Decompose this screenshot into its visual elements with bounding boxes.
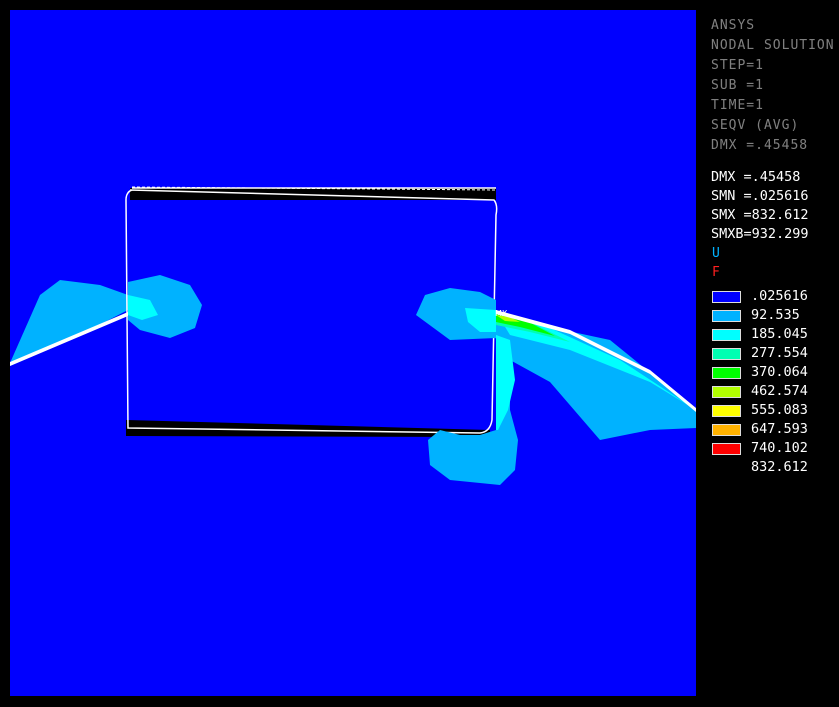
result-smxb: SMXB=932.299 [711,226,809,242]
right-contour-low [416,288,696,485]
legend-swatch [712,329,741,341]
header-line: NODAL SOLUTION [711,38,835,53]
legend-swatch [712,367,741,379]
legend-swatch [712,462,741,474]
header-line: STEP=1 [711,58,764,73]
result-smn: SMN =.025616 [711,188,809,204]
f-symbol-label: F [712,265,720,280]
legend-swatch [712,348,741,360]
result-smx: SMX =832.612 [711,207,809,223]
plot-viewport[interactable]: MX [10,10,696,696]
max-marker: MX [495,309,508,318]
legend-swatch [712,443,741,455]
legend-panel: ANSYS NODAL SOLUTION STEP=1 SUB =1 TIME=… [711,18,835,475]
legend-swatch [712,424,741,436]
legend-swatch [712,291,741,303]
result-dmx: DMX =.45458 [711,169,801,185]
header-line: TIME=1 [711,98,764,113]
header-line: DMX =.45458 [711,138,809,153]
header-line: SEQV (AVG) [711,118,800,133]
u-symbol-label: U [712,246,720,261]
legend-swatch [712,405,741,417]
legend-swatch [712,310,741,322]
header-line: SUB =1 [711,78,764,93]
stress-contour-plot: MX [10,186,696,485]
legend-swatch [712,386,741,398]
header-line: ANSYS [711,18,756,33]
